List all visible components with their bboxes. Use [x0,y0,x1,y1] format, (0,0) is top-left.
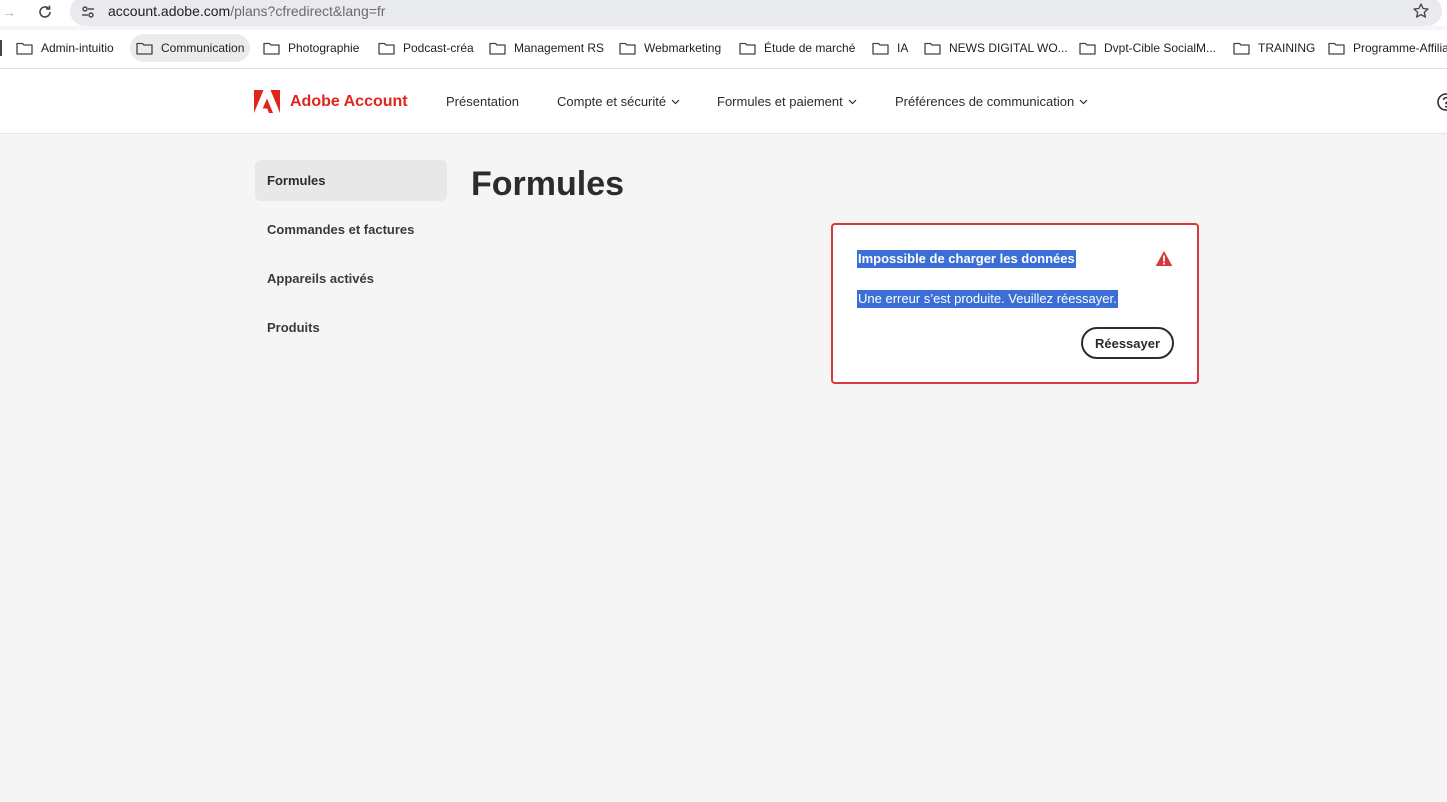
sidebar-item-label: Appareils activés [267,271,374,286]
page-title: Formules [471,165,625,203]
address-bar[interactable]: account.adobe.com/plans?cfredirect&lang=… [70,0,1442,26]
forward-arrow-icon[interactable]: → [0,3,18,21]
sidebar-item-formules[interactable]: Formules [255,160,447,201]
folder-icon [16,42,33,55]
folder-icon [739,42,756,55]
bookmark-item[interactable]: Podcast-créa [372,34,480,62]
bookmark-label: NEWS DIGITAL WO... [949,41,1068,55]
sidebar-item-label: Commandes et factures [267,222,415,237]
folder-icon [1079,42,1096,55]
nav-formules-paiement[interactable]: Formules et paiement [717,93,857,111]
bookmark-item[interactable]: TRAINING [1227,34,1321,62]
nav-presentation[interactable]: Présentation [446,93,519,111]
error-title: Impossible de charger les données [857,250,1076,268]
chevron-down-icon [671,99,680,105]
sidebar-item-appareils-actives[interactable]: Appareils activés [255,258,447,299]
bookmark-label: Podcast-créa [403,41,474,55]
folder-icon [1233,42,1250,55]
url-text: account.adobe.com/plans?cfredirect&lang=… [108,2,385,20]
bookmark-item[interactable]: Admin-intuitio [10,34,120,62]
bookmarks-bar: Admin-intuitio Communication Photographie P… [0,30,1447,68]
bookmark-item[interactable]: Dvpt-Cible SocialM... [1073,34,1222,62]
bookmark-item[interactable]: Photographie [257,34,365,62]
nav-label: Préférences de communication [895,94,1075,109]
nav-label: Formules et paiement [717,94,843,109]
bookmark-item[interactable]: NEWS DIGITAL WO... [918,34,1074,62]
nav-label: Compte et sécurité [557,94,667,109]
nav-preferences-communication[interactable]: Préférences de communication [895,93,1088,111]
url-host: account.adobe.com [108,3,231,19]
bookmark-item[interactable]: Communication [130,34,251,62]
site-header: Adobe Account Présentation Compte et séc… [0,69,1447,134]
bookmark-star-icon[interactable] [1412,2,1430,20]
warning-icon [1155,251,1173,266]
bookmarks-edge [0,40,2,56]
folder-icon [263,42,280,55]
url-path: /plans?cfredirect&lang=fr [230,3,386,19]
folder-icon [619,42,636,55]
bookmark-item[interactable]: Management RS [483,34,610,62]
sidebar-item-commandes-factures[interactable]: Commandes et factures [255,209,447,250]
bookmark-label: Étude de marché [764,41,856,55]
folder-icon [924,42,941,55]
site-info-icon[interactable] [80,4,96,20]
bookmark-label: Admin-intuitio [41,41,114,55]
nav-compte-securite[interactable]: Compte et sécurité [557,93,680,111]
bookmark-item[interactable]: IA [866,34,914,62]
bookmark-label: TRAINING [1258,41,1316,55]
bookmark-label: Management RS [514,41,605,55]
folder-icon [136,42,153,55]
bookmark-label: Programme-Affilia [1353,41,1447,55]
retry-button[interactable]: Réessayer [1081,327,1174,359]
folder-icon [1328,42,1345,55]
help-icon[interactable] [1436,92,1447,112]
folder-icon [489,42,506,55]
adobe-logo-icon[interactable] [254,90,280,113]
sidebar-item-label: Produits [267,320,320,335]
brand-name[interactable]: Adobe Account [290,92,408,112]
bookmark-label: Photographie [288,41,360,55]
sidebar-item-produits[interactable]: Produits [255,307,447,348]
chevron-down-icon [1079,99,1088,105]
bookmark-label: IA [897,41,909,55]
bookmark-item[interactable]: Étude de marché [733,34,861,62]
reload-icon[interactable] [36,3,54,21]
error-message: Une erreur s’est produite. Veuillez rées… [857,290,1118,308]
nav-label: Présentation [446,94,519,109]
folder-icon [872,42,889,55]
sidebar-item-label: Formules [267,173,326,188]
chevron-down-icon [848,99,857,105]
bookmark-label: Communication [161,41,245,55]
bookmark-label: Webmarketing [644,41,722,55]
bookmark-item[interactable]: Webmarketing [613,34,727,62]
folder-icon [378,42,395,55]
bookmark-label: Dvpt-Cible SocialM... [1104,41,1217,55]
error-card: Impossible de charger les données Une er… [831,223,1199,384]
bookmark-item[interactable]: Programme-Affilia [1322,34,1447,62]
browser-toolbar: → account.adobe.com/plans?cfredirect&lan… [0,0,1447,26]
